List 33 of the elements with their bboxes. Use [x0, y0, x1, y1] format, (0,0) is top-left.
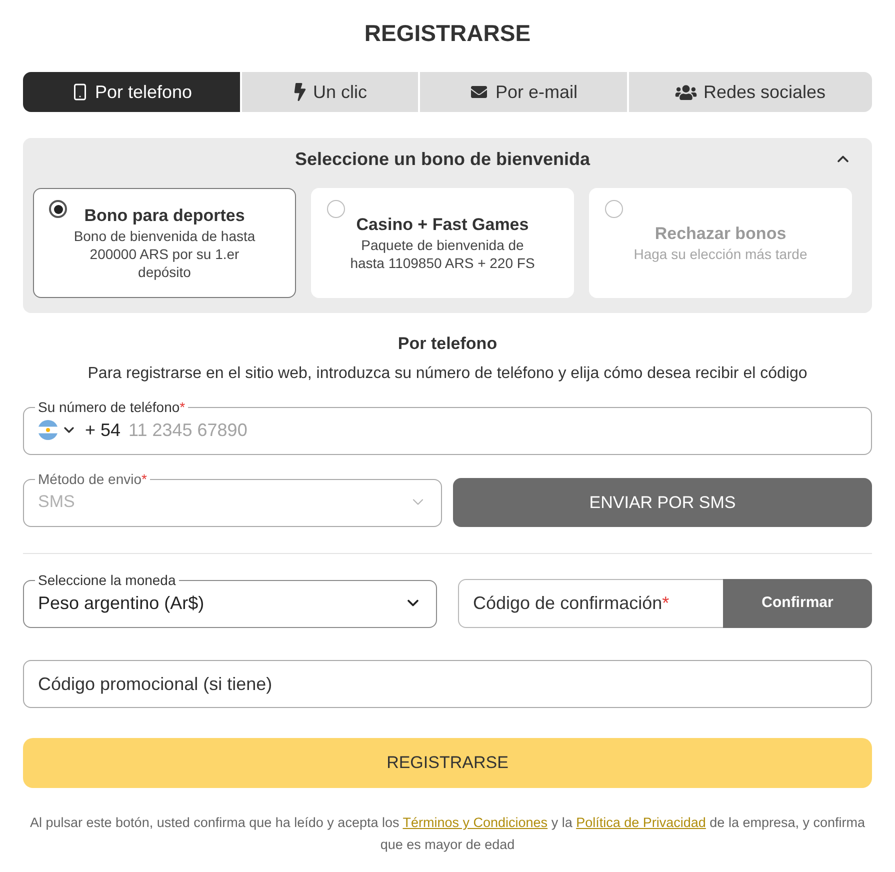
argentina-flag-icon [38, 420, 58, 440]
country-code: + 54 [85, 418, 121, 442]
bonus-description: Haga su elección más tarde [634, 245, 808, 263]
tab[interactable]: Por e-mail [420, 72, 627, 112]
confirm-button[interactable]: Confirmar [723, 579, 872, 628]
register-button[interactable]: REGISTRARSE [23, 738, 872, 788]
send-sms-button[interactable]: ENVIAR POR SMS [453, 478, 872, 527]
lightning-icon [292, 83, 307, 101]
currency-select[interactable]: Seleccione la moneda Peso argentino (Ar$) [23, 572, 437, 628]
envelope-icon [469, 84, 490, 100]
section-heading: Por telefono [396, 333, 498, 355]
section-intro: Para registrarse en el sitio web, introduzca su número de teléfono y elija cómo desea recibir el código [86, 364, 808, 384]
radio-button[interactable] [49, 200, 67, 218]
radio-button[interactable] [605, 200, 623, 218]
radio-button[interactable] [327, 200, 345, 218]
country-selector[interactable] [38, 420, 77, 440]
tab[interactable]: Redes sociales [629, 72, 872, 112]
bonus-option-card[interactable]: Bono para deportes Bono de bienvenida de hasta 200000 ARS por su 1.er depósito [33, 188, 296, 298]
people-icon [675, 84, 698, 100]
bonus-description: Paquete de bienvenida de hasta 1109850 ARS + 220 FS [349, 236, 536, 272]
bonus-title: Rechazar bonos [654, 223, 786, 245]
bonus-title: Bono para deportes [84, 205, 245, 227]
bonus-option-card[interactable]: Casino + Fast Games Paquete de bienvenida de hasta 1109850 ARS + 220 FS [311, 188, 574, 298]
confirmation-code-field[interactable]: Código de confirmación* [458, 579, 723, 628]
tab[interactable]: Un clic [242, 72, 418, 112]
legal-notice: Al pulsar este botón, usted confirma que ha leído y acepta los Términos y Condiciones y la Política de Privacidad de la empresa, y confirma que es mayor de edad [29, 814, 866, 854]
bonus-title: Casino + Fast Games [356, 214, 529, 236]
promo-code-field[interactable]: Código promocional (si tiene) [23, 660, 872, 708]
phone-number-field[interactable]: Su número de teléfono* + 54 11 2345 67890 [23, 399, 872, 455]
tab[interactable]: Por telefono [23, 72, 240, 112]
page-title: REGISTRARSE [363, 19, 532, 48]
bonus-heading: Seleccione un bono de bienvenida [294, 148, 592, 170]
bonus-description: Bono de bienvenida de hasta 200000 ARS por su 1.er depósito [72, 227, 256, 281]
